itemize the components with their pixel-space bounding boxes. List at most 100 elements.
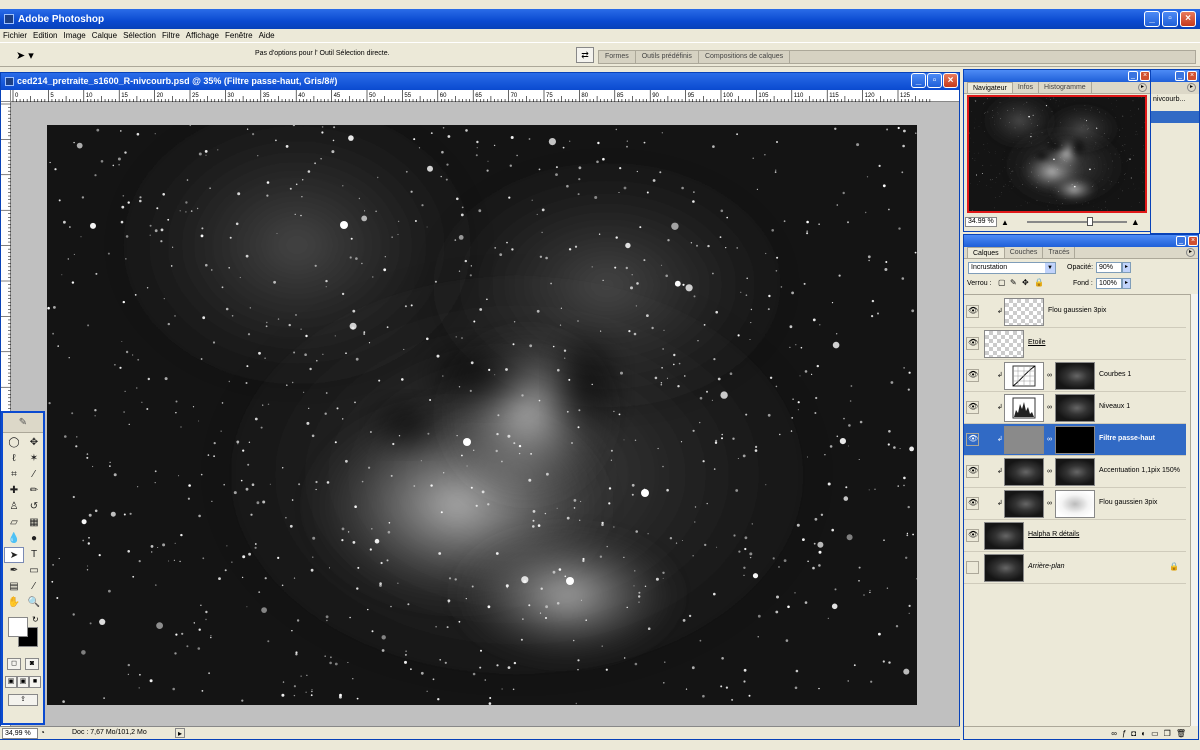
doc-minimize-button[interactable]: _ <box>911 73 926 88</box>
status-icon[interactable]: ◔ <box>40 728 45 737</box>
layer-thumbnail[interactable] <box>1004 426 1044 454</box>
tab-couches[interactable]: Couches <box>1005 247 1044 258</box>
add-mask-icon[interactable]: ◘ <box>1131 729 1136 738</box>
zoom-out-icon[interactable]: ▲ <box>1001 218 1009 227</box>
shape-tool-icon[interactable]: ▭ <box>24 563 44 579</box>
fill-arrow-icon[interactable]: ▸ <box>1122 278 1131 289</box>
blur-tool-icon[interactable]: 💧 <box>4 531 24 547</box>
menu-calque[interactable]: Calque <box>92 31 117 40</box>
eye-icon[interactable]: 👁 <box>968 370 978 380</box>
notes-tool-icon[interactable]: ▤ <box>4 579 24 595</box>
menu-filtre[interactable]: Filtre <box>162 31 180 40</box>
layers-close-button[interactable]: × <box>1188 236 1198 246</box>
menu-aide[interactable]: Aide <box>259 31 275 40</box>
jump-to-imageready-icon[interactable]: ⇪ <box>8 694 38 706</box>
menu-image[interactable]: Image <box>63 31 85 40</box>
bg-panel-close-button[interactable]: × <box>1187 71 1197 81</box>
layer-mask-thumbnail[interactable] <box>1055 362 1095 390</box>
menu-selection[interactable]: Sélection <box>123 31 156 40</box>
layer-mask-thumbnail[interactable] <box>1055 394 1095 422</box>
healing-brush-icon[interactable]: ✚ <box>4 483 24 499</box>
direct-selection-tool-icon[interactable]: ➤ <box>4 547 24 563</box>
type-tool-icon[interactable]: T <box>24 547 44 563</box>
image-canvas[interactable] <box>47 125 917 705</box>
layer-row[interactable]: 👁 ↲ ∞ Accentuation 1,1pix 150% <box>964 456 1186 488</box>
pen-tool-icon[interactable]: ✒ <box>4 563 24 579</box>
palette-well-icon[interactable]: ⇄ <box>576 47 594 63</box>
menu-edition[interactable]: Edition <box>33 31 57 40</box>
eye-icon[interactable]: 👁 <box>968 434 978 444</box>
zoom-in-icon[interactable]: ▲ <box>1131 217 1140 227</box>
layer-name[interactable]: Arrière-plan <box>1028 563 1065 570</box>
eye-icon[interactable]: 👁 <box>968 466 978 476</box>
layer-row[interactable]: 👁 ↲ ∞ Niveaux 1 <box>964 392 1186 424</box>
doc-maximize-button[interactable]: ▫ <box>927 73 942 88</box>
visibility-toggle[interactable] <box>966 561 979 574</box>
hand-tool-icon[interactable]: ✋ <box>4 595 24 611</box>
layer-mask-thumbnail[interactable] <box>1055 490 1095 518</box>
eraser-tool-icon[interactable]: ▱ <box>4 515 24 531</box>
layer-name[interactable]: Flou gaussien 3pix <box>1048 307 1106 314</box>
mask-link-icon[interactable]: ∞ <box>1047 372 1052 379</box>
layer-name[interactable]: Halpha R détails <box>1028 531 1079 538</box>
navigator-close-button[interactable]: × <box>1140 71 1150 81</box>
mask-link-icon[interactable]: ∞ <box>1047 468 1052 475</box>
eye-icon[interactable]: 👁 <box>968 402 978 412</box>
menu-fichier[interactable]: Fichier <box>3 31 27 40</box>
layer-row[interactable]: 👁 ↲ ∞ Courbes 1 <box>964 360 1186 392</box>
navigator-zoom-field[interactable]: 34.99 % <box>965 217 997 227</box>
eye-icon[interactable]: 👁 <box>968 530 978 540</box>
zoom-field[interactable]: 34,99 % <box>2 728 38 739</box>
direct-selection-icon[interactable]: ➤ ▾ <box>16 49 34 62</box>
screen-mode-standard-icon[interactable]: ▣ <box>5 676 17 688</box>
bg-panel-minimize-button[interactable]: _ <box>1175 71 1185 81</box>
new-layer-icon[interactable]: ❐ <box>1164 729 1171 738</box>
screen-mode-menu-icon[interactable]: ▣ <box>17 676 29 688</box>
layer-row[interactable]: 👁 ↲ ∞ Filtre passe-haut <box>964 424 1186 456</box>
move-tool-icon[interactable]: ✥ <box>24 435 44 451</box>
tab-calques[interactable]: Calques <box>967 247 1005 258</box>
brush-tool-icon[interactable]: ✏ <box>24 483 44 499</box>
quick-mask-icon[interactable]: ◙ <box>25 658 39 670</box>
standard-mode-icon[interactable]: ◻ <box>7 658 21 670</box>
minimize-button[interactable]: _ <box>1144 11 1160 27</box>
layer-name[interactable]: Courbes 1 <box>1099 371 1131 378</box>
mask-link-icon[interactable]: ∞ <box>1047 500 1052 507</box>
layer-name[interactable]: Niveaux 1 <box>1099 403 1130 410</box>
menu-fenetre[interactable]: Fenêtre <box>225 31 253 40</box>
menu-affichage[interactable]: Affichage <box>186 31 219 40</box>
marquee-tool-icon[interactable]: ◯ <box>4 435 24 451</box>
eye-icon[interactable]: 👁 <box>968 338 978 348</box>
tab-navigateur[interactable]: Navigateur <box>967 82 1013 93</box>
mask-link-icon[interactable]: ∞ <box>1047 404 1052 411</box>
eyedropper-icon[interactable]: ⁄ <box>24 579 44 595</box>
layer-mask-thumbnail[interactable] <box>1055 426 1095 454</box>
tab-infos[interactable]: Infos <box>1013 82 1040 93</box>
lock-transparency-icon[interactable]: ▢ <box>998 278 1006 287</box>
crop-tool-icon[interactable]: ⌗ <box>4 467 24 483</box>
tab-traces[interactable]: Tracés <box>1043 247 1076 258</box>
mask-link-icon[interactable]: ∞ <box>1047 436 1052 443</box>
doc-close-button[interactable]: × <box>943 73 958 88</box>
opacity-field[interactable]: 90% <box>1096 262 1122 273</box>
magic-wand-icon[interactable]: ✶ <box>24 451 44 467</box>
opacity-arrow-icon[interactable]: ▸ <box>1122 262 1131 273</box>
delete-layer-icon[interactable]: 🗑 <box>1176 729 1186 738</box>
history-brush-icon[interactable]: ↺ <box>24 499 44 515</box>
bg-panel-selected-row[interactable] <box>1151 111 1199 123</box>
navigator-menu-icon[interactable]: ▸ <box>1138 83 1147 92</box>
lasso-tool-icon[interactable]: ℓ <box>4 451 24 467</box>
tab-histogramme[interactable]: Histogramme <box>1039 82 1092 93</box>
close-button[interactable]: × <box>1180 11 1196 27</box>
lock-all-icon[interactable]: 🔒 <box>1034 278 1044 287</box>
ruler-origin[interactable] <box>1 90 11 102</box>
layer-name[interactable]: Accentuation 1,1pix 150% <box>1099 467 1180 474</box>
eye-icon[interactable]: 👁 <box>968 498 978 508</box>
layer-style-icon[interactable]: ƒ <box>1122 729 1126 738</box>
layer-thumbnail[interactable] <box>984 554 1024 582</box>
layers-scrollbar[interactable] <box>1190 294 1198 726</box>
bg-panel-menu-icon[interactable]: ▸ <box>1187 83 1196 92</box>
slider-knob[interactable] <box>1086 217 1093 226</box>
well-tab-compositions[interactable]: Compositions de calques <box>699 51 791 63</box>
layer-row[interactable]: 👁 Halpha R détails <box>964 520 1186 552</box>
